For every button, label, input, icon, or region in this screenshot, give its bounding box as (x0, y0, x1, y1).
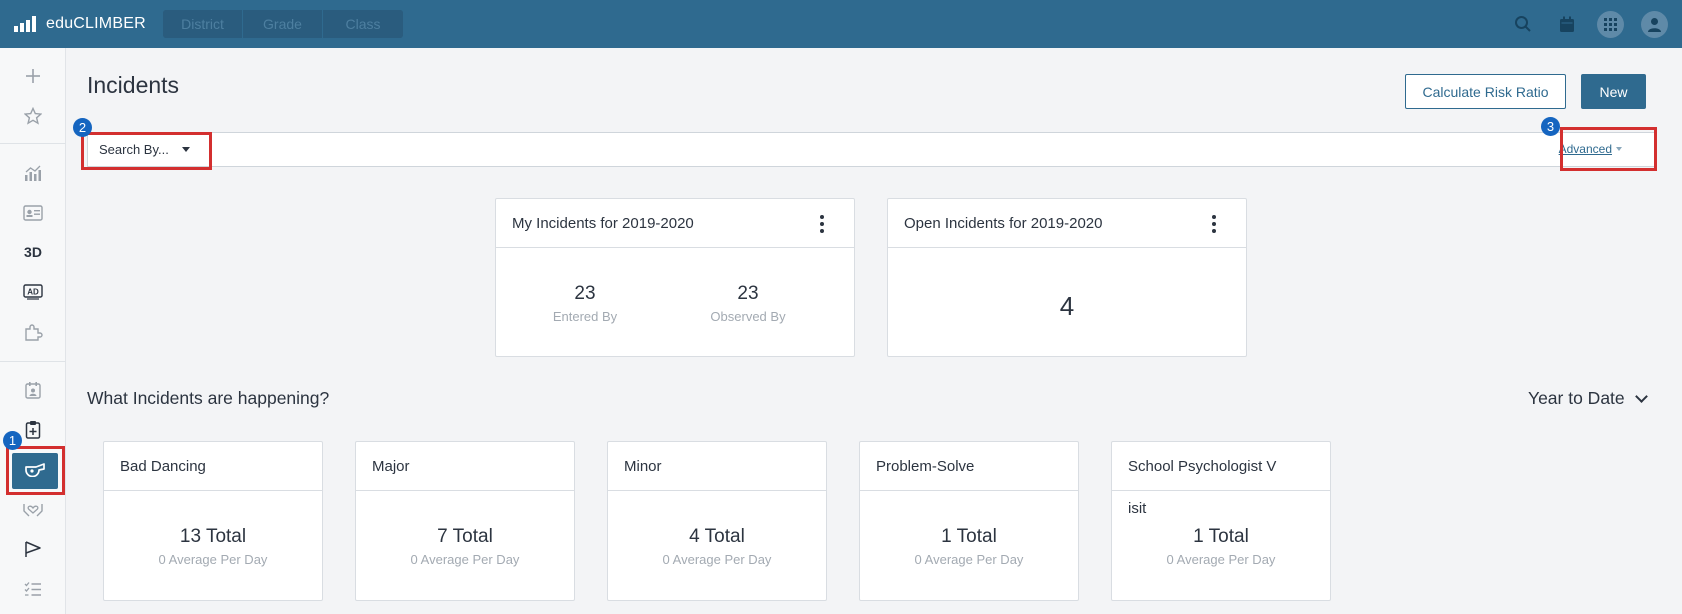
sidebar-divider (0, 361, 66, 362)
context-tabs: District Grade Class (163, 10, 403, 38)
hands-heart-icon[interactable] (0, 492, 66, 526)
observed-by-label: Observed By (710, 309, 786, 324)
incident-total: 1 Total (1193, 526, 1249, 547)
star-icon[interactable] (0, 99, 66, 133)
card-title: My Incidents for 2019-2020 (512, 214, 694, 232)
flag-icon[interactable] (0, 532, 66, 566)
analytics-chart-icon[interactable] (0, 156, 66, 190)
annotation-box-3 (1560, 127, 1657, 171)
entered-by-label: Entered By (552, 309, 618, 324)
checklist-icon[interactable] (0, 572, 66, 606)
my-incidents-card: My Incidents for 2019-2020 23 Entered By… (495, 198, 855, 357)
observed-by-stat: 23 Observed By (683, 283, 813, 324)
incident-type-card[interactable]: School Psychologist V isit 1 Total 0 Ave… (1111, 441, 1331, 601)
sidebar: 3D AD (0, 48, 66, 614)
student-id-card-icon[interactable] (0, 196, 66, 230)
tab-grade[interactable]: Grade (243, 10, 323, 38)
incident-type-card[interactable]: Bad Dancing 13 Total 0 Average Per Day (103, 441, 323, 601)
kebab-menu-icon[interactable] (820, 215, 824, 233)
plus-icon[interactable] (0, 59, 66, 93)
card-header: Bad Dancing (104, 442, 322, 491)
card-title: Bad Dancing (120, 457, 206, 475)
ad-badge-icon[interactable]: AD (0, 275, 66, 309)
incident-average: 0 Average Per Day (914, 552, 1024, 567)
incident-total: 1 Total (941, 526, 997, 547)
incident-type-card[interactable]: Minor 4 Total 0 Average Per Day (607, 441, 827, 601)
3d-label[interactable]: 3D (0, 235, 66, 269)
annotation-box-1 (6, 446, 65, 495)
calculate-risk-ratio-button[interactable]: Calculate Risk Ratio (1405, 74, 1566, 109)
tab-class[interactable]: Class (323, 10, 403, 38)
kebab-menu-icon[interactable] (1212, 215, 1216, 233)
incident-total: 7 Total (437, 526, 493, 547)
calendar-icon[interactable] (1553, 11, 1580, 38)
search-bar[interactable]: Search By... Advanced (87, 132, 1657, 167)
svg-text:AD: AD (27, 288, 39, 297)
annotation-box-2 (81, 132, 212, 170)
chevron-down-icon (1634, 389, 1648, 403)
incident-average: 0 Average Per Day (158, 552, 268, 567)
open-incidents-card: Open Incidents for 2019-2020 4 (887, 198, 1247, 357)
incident-type-card[interactable]: Major 7 Total 0 Average Per Day (355, 441, 575, 601)
top-icons (1509, 0, 1668, 48)
card-title: Open Incidents for 2019-2020 (904, 214, 1103, 232)
new-incident-button[interactable]: New (1581, 74, 1646, 109)
card-header: My Incidents for 2019-2020 (496, 199, 854, 248)
incident-total: 4 Total (689, 526, 745, 547)
tab-district[interactable]: District (163, 10, 243, 38)
date-range-dropdown[interactable]: Year to Date (1528, 388, 1648, 409)
brand-name: eduCLIMBER (46, 15, 146, 32)
incident-average: 0 Average Per Day (410, 552, 520, 567)
annotation-badge-3: 3 (1541, 117, 1560, 136)
sidebar-divider (0, 143, 66, 144)
observed-by-value: 23 (737, 283, 759, 304)
page-title: Incidents (87, 72, 180, 98)
card-title: Problem-Solve (876, 457, 975, 475)
card-header: Minor (608, 442, 826, 491)
section-title: What Incidents are happening? (87, 388, 330, 408)
card-title: Minor (624, 457, 662, 475)
incident-average: 0 Average Per Day (662, 552, 772, 567)
card-header: Open Incidents for 2019-2020 (888, 199, 1246, 248)
card-header: Problem-Solve (860, 442, 1078, 491)
incident-average: 0 Average Per Day (1166, 552, 1276, 567)
card-header: School Psychologist V (1112, 442, 1330, 491)
top-navbar: eduCLIMBER District Grade Class (0, 0, 1682, 48)
open-incidents-value: 4 (1059, 291, 1075, 321)
card-title: School Psychologist V (1128, 457, 1277, 475)
user-avatar-icon[interactable] (1641, 10, 1668, 38)
search-icon[interactable] (1509, 11, 1536, 38)
entered-by-value: 23 (574, 283, 596, 304)
brand-logo-icon (14, 16, 36, 32)
puzzle-piece-icon[interactable] (0, 315, 66, 349)
annotation-badge-2: 2 (73, 118, 92, 137)
card-title: Major (372, 457, 410, 475)
calendar-person-icon[interactable] (0, 373, 66, 407)
entered-by-stat: 23 Entered By (520, 283, 650, 324)
date-range-label: Year to Date (1528, 388, 1625, 408)
incident-total: 13 Total (179, 526, 247, 547)
card-title-overflow: isit (1128, 500, 1147, 517)
incident-type-card[interactable]: Problem-Solve 1 Total 0 Average Per Day (859, 441, 1079, 601)
annotation-badge-1: 1 (3, 431, 22, 450)
card-header: Major (356, 442, 574, 491)
apps-grid-icon[interactable] (1597, 10, 1624, 38)
brand[interactable]: eduCLIMBER (14, 15, 162, 33)
